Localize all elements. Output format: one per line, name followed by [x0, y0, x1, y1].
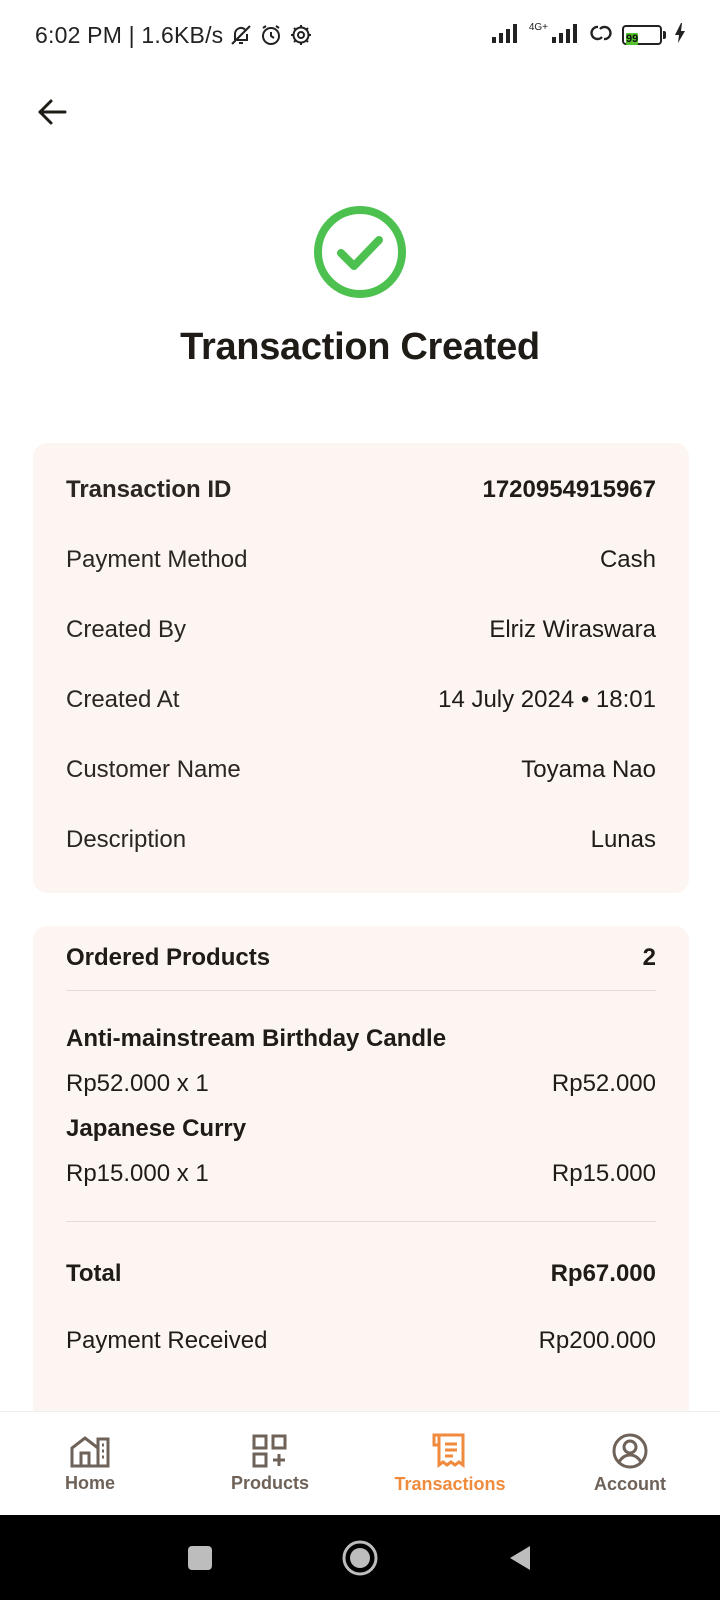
- success-check-icon: [313, 205, 407, 299]
- nav-item-account[interactable]: Account: [540, 1412, 720, 1515]
- signal-4g-icon: [546, 23, 580, 48]
- system-navigation-bar: [0, 1515, 720, 1600]
- detail-label: Customer Name: [66, 756, 241, 783]
- hotspot-link-icon: [588, 21, 614, 50]
- total-value: Rp67.000: [550, 1260, 656, 1287]
- alarm-icon: [259, 23, 283, 47]
- status-time-speed: 6:02 PM | 1.6KB/s: [35, 21, 224, 48]
- detail-label: Payment Method: [66, 546, 248, 573]
- products-icon: [252, 1434, 287, 1468]
- detail-label: Description: [66, 826, 187, 853]
- home-system-button[interactable]: [335, 1533, 385, 1583]
- detail-value: Lunas: [590, 826, 656, 853]
- detail-value: Elriz Wiraswara: [489, 616, 656, 643]
- detail-label: Created At: [66, 686, 180, 713]
- product-qty-price: Rp52.000 x 1: [66, 1070, 209, 1097]
- nav-item-products[interactable]: Products: [180, 1412, 360, 1515]
- battery-level: 99: [626, 33, 639, 45]
- network-type-label: 4G+: [528, 21, 548, 33]
- total-label: Total: [66, 1260, 122, 1287]
- page-title: Transaction Created: [180, 326, 540, 368]
- payment-received-value: Rp200.000: [538, 1327, 656, 1354]
- status-right: 4G+ 99: [491, 21, 686, 50]
- triangle-back-icon: [510, 1545, 530, 1570]
- product-subtotal: Rp15.000: [551, 1160, 656, 1187]
- ordered-products-title: Ordered Products: [66, 944, 271, 971]
- battery-icon: 99: [622, 25, 666, 45]
- circle-home-icon: [342, 1540, 378, 1575]
- payment-received-row: Payment Received Rp200.000: [66, 1324, 656, 1358]
- arrow-left-icon: [38, 99, 67, 125]
- product-price-row: Rp15.000 x 1 Rp15.000: [66, 1149, 656, 1199]
- home-icon: [70, 1436, 110, 1468]
- status-bar: 6:02 PM | 1.6KB/s 4G+ 99: [0, 0, 720, 70]
- detail-value: 1720954915967: [482, 476, 656, 503]
- square-icon: [188, 1545, 212, 1570]
- product-name: Japanese Curry: [66, 1115, 247, 1142]
- nav-label: Account: [594, 1474, 666, 1494]
- status-left: 6:02 PM | 1.6KB/s: [35, 22, 313, 49]
- nav-item-transactions[interactable]: Transactions: [360, 1412, 540, 1515]
- mute-bell-icon: [229, 23, 253, 47]
- description-row: Description Lunas: [66, 805, 656, 875]
- charging-bolt-icon: [674, 22, 686, 49]
- detail-value: Toyama Nao: [521, 756, 656, 783]
- payment-method-row: Payment Method Cash: [66, 525, 656, 595]
- nav-item-home[interactable]: Home: [0, 1412, 180, 1515]
- created-by-row: Created By Elriz Wiraswara: [66, 595, 656, 665]
- transactions-icon: [432, 1433, 465, 1468]
- product-subtotal: Rp52.000: [551, 1070, 656, 1097]
- back-system-button[interactable]: [495, 1533, 545, 1583]
- detail-value: Cash: [599, 546, 656, 573]
- product-qty-price: Rp15.000 x 1: [66, 1160, 209, 1187]
- ordered-products-card: Ordered Products 2 Anti-mainstream Birth…: [33, 926, 689, 1446]
- transaction-id-row: Transaction ID 1720954915967: [66, 455, 656, 525]
- created-at-row: Created At 14 July 2024 • 18:01: [66, 665, 656, 735]
- ordered-products-header: Ordered Products 2: [66, 926, 656, 990]
- product-price-row: Rp52.000 x 1 Rp52.000: [66, 1059, 656, 1109]
- detail-label: Created By: [66, 616, 187, 643]
- detail-label: Transaction ID: [66, 476, 232, 503]
- detail-value: 14 July 2024 • 18:01: [438, 686, 656, 713]
- payment-received-label: Payment Received: [66, 1327, 268, 1354]
- back-button[interactable]: [32, 92, 72, 132]
- bottom-navigation: Home Products Transactions Account: [0, 1411, 720, 1515]
- transaction-details-card: Transaction ID 1720954915967 Payment Met…: [33, 443, 689, 893]
- nav-label: Transactions: [394, 1474, 506, 1494]
- ordered-products-count: 2: [642, 944, 656, 971]
- account-icon: [612, 1433, 648, 1469]
- customer-name-row: Customer Name Toyama Nao: [66, 735, 656, 805]
- signal-icon: [491, 23, 521, 48]
- product-name: Anti-mainstream Birthday Candle: [66, 1025, 447, 1052]
- settings-gear-icon: [289, 23, 313, 47]
- nav-label: Home: [64, 1473, 115, 1493]
- recents-button[interactable]: [175, 1533, 225, 1583]
- total-row: Total Rp67.000: [66, 1222, 656, 1326]
- nav-label: Products: [230, 1473, 309, 1493]
